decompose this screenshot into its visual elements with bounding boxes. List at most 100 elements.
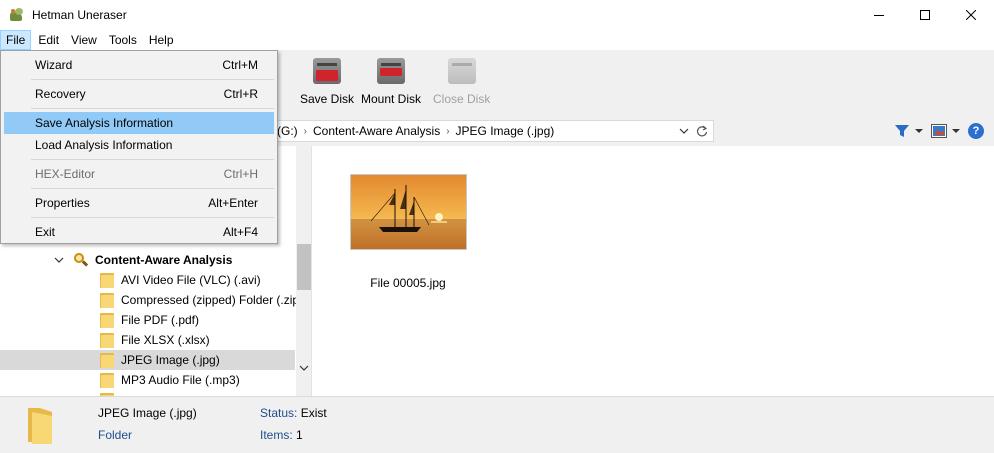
close-button[interactable] <box>948 0 994 30</box>
selected-name: JPEG Image (.jpg) <box>98 406 197 420</box>
file-name[interactable]: File 00005.jpg <box>343 276 473 290</box>
tree-item-mp3[interactable]: MP3 Audio File (.mp3) <box>0 370 295 390</box>
folder-icon <box>28 408 52 444</box>
scroll-down-button[interactable] <box>296 360 311 376</box>
window-title: Hetman Uneraser <box>32 8 127 22</box>
chevron-down-icon <box>299 365 309 371</box>
menu-tools[interactable]: Tools <box>104 30 142 50</box>
tree-item-label: AVI Video File (VLC) (.avi) <box>121 273 261 287</box>
menu-item-load-analysis[interactable]: Load Analysis Information <box>4 134 274 156</box>
menu-item-label: Recovery <box>35 87 86 101</box>
window-controls <box>856 0 994 30</box>
breadcrumb-jpeg[interactable]: JPEG Image (.jpg) <box>456 124 555 138</box>
refresh-icon <box>696 125 708 137</box>
chevron-down-icon[interactable] <box>52 257 66 263</box>
tree-item-label: File XLSX (.xlsx) <box>121 333 210 347</box>
menu-separator <box>31 217 274 218</box>
close-disk-label: Close Disk <box>433 92 491 106</box>
tree-item-content-aware[interactable]: Content-Aware Analysis <box>0 250 295 270</box>
tree-item-label: File PDF (.pdf) <box>121 313 200 327</box>
menu-edit[interactable]: Edit <box>33 30 64 50</box>
menu-item-label: Save Analysis Information <box>35 116 174 130</box>
menu-item-wizard[interactable]: Wizard Ctrl+M <box>4 54 274 76</box>
tree-scrollbar[interactable] <box>296 146 311 396</box>
folder-icon <box>100 272 114 288</box>
menu-item-label: Wizard <box>35 58 73 72</box>
scrollbar-thumb[interactable] <box>297 244 311 290</box>
minimize-icon <box>874 15 884 16</box>
menu-item-label: Load Analysis Information <box>35 138 173 152</box>
menu-file[interactable]: File <box>0 30 32 50</box>
sailboat-image <box>351 175 466 249</box>
menu-separator <box>31 159 274 160</box>
menu-item-exit[interactable]: Exit Alt+F4 <box>4 221 274 243</box>
app-logo-icon <box>9 7 25 23</box>
file-view: File 00005.jpg <box>313 146 994 396</box>
save-disk-icon <box>311 56 343 88</box>
menu-item-shortcut: Ctrl+H <box>223 167 258 181</box>
filter-button[interactable] <box>894 120 923 142</box>
minimize-button[interactable] <box>856 0 902 30</box>
mount-disk-button[interactable]: Mount Disk <box>361 56 421 106</box>
menu-item-hex-editor[interactable]: HEX-Editor Ctrl+H <box>4 163 274 185</box>
menu-item-shortcut: Ctrl+M <box>222 58 258 72</box>
help-icon[interactable]: ? <box>968 123 984 139</box>
tree-item-jpeg[interactable]: JPEG Image (.jpg) <box>0 350 295 370</box>
search-icon <box>72 252 89 268</box>
status-value: Exist <box>300 406 327 420</box>
menu-item-shortcut: Alt+F4 <box>222 225 258 239</box>
breadcrumb-content-aware[interactable]: Content-Aware Analysis <box>313 124 440 138</box>
folder-icon <box>100 372 114 388</box>
title-bar: Hetman Uneraser <box>0 0 994 30</box>
items-value: 1 <box>296 428 303 442</box>
menu-separator <box>31 188 274 189</box>
tree-item-zip[interactable]: Compressed (zipped) Folder (.zip) <box>0 290 303 310</box>
menu-item-label: HEX-Editor <box>35 167 96 181</box>
status-label: Status: <box>260 406 298 420</box>
mount-disk-label: Mount Disk <box>361 92 422 106</box>
close-disk-button[interactable]: Close Disk <box>433 56 490 106</box>
filter-icon <box>895 125 909 137</box>
items-field: Items: 1 <box>260 428 303 442</box>
image-view-icon <box>931 124 947 138</box>
menu-view[interactable]: View <box>66 30 102 50</box>
menu-separator <box>31 79 274 80</box>
status-panel: JPEG Image (.jpg) Folder Status: Exist I… <box>0 396 994 453</box>
tree-item-label: Content-Aware Analysis <box>95 253 233 267</box>
close-icon <box>966 10 976 20</box>
folder-icon <box>100 312 114 328</box>
view-mode-button[interactable] <box>931 120 960 142</box>
chevron-right-icon: › <box>303 125 308 137</box>
items-label: Items: <box>260 428 293 442</box>
address-dropdown-button[interactable] <box>677 124 691 138</box>
chevron-right-icon: › <box>446 125 450 137</box>
menu-item-save-analysis[interactable]: Save Analysis Information <box>4 112 274 134</box>
file-thumbnail[interactable] <box>350 174 467 250</box>
menu-separator <box>31 108 274 109</box>
menu-item-label: Properties <box>35 196 90 210</box>
save-disk-button[interactable]: Save Disk <box>300 56 354 106</box>
menu-help[interactable]: Help <box>144 30 179 50</box>
maximize-icon <box>920 10 930 20</box>
save-disk-label: Save Disk <box>300 92 355 106</box>
file-menu-dropdown: Wizard Ctrl+M Recovery Ctrl+R Save Analy… <box>0 50 278 244</box>
folder-icon <box>100 332 114 348</box>
chevron-down-icon <box>915 129 923 133</box>
refresh-button[interactable] <box>695 124 709 138</box>
menu-item-shortcut: Ctrl+R <box>223 87 258 101</box>
tree-item-label: JPEG Image (.jpg) <box>121 353 220 367</box>
tree-item-pdf[interactable]: File PDF (.pdf) <box>0 310 295 330</box>
tree-item-label: MP3 Audio File (.mp3) <box>121 373 240 387</box>
tree-item-xlsx[interactable]: File XLSX (.xlsx) <box>0 330 295 350</box>
chevron-down-icon <box>952 129 960 133</box>
selected-type: Folder <box>98 428 133 442</box>
breadcrumb-drive[interactable]: (G:) <box>277 124 298 138</box>
view-options: ? <box>894 116 994 146</box>
menu-item-recovery[interactable]: Recovery Ctrl+R <box>4 83 274 105</box>
status-field: Status: Exist <box>260 406 327 420</box>
menu-item-properties[interactable]: Properties Alt+Enter <box>4 192 274 214</box>
address-bar[interactable]: (G:) › Content-Aware Analysis › JPEG Ima… <box>270 120 714 142</box>
maximize-button[interactable] <box>902 0 948 30</box>
menu-bar: File Edit View Tools Help <box>0 30 994 50</box>
tree-item-avi[interactable]: AVI Video File (VLC) (.avi) <box>0 270 295 290</box>
